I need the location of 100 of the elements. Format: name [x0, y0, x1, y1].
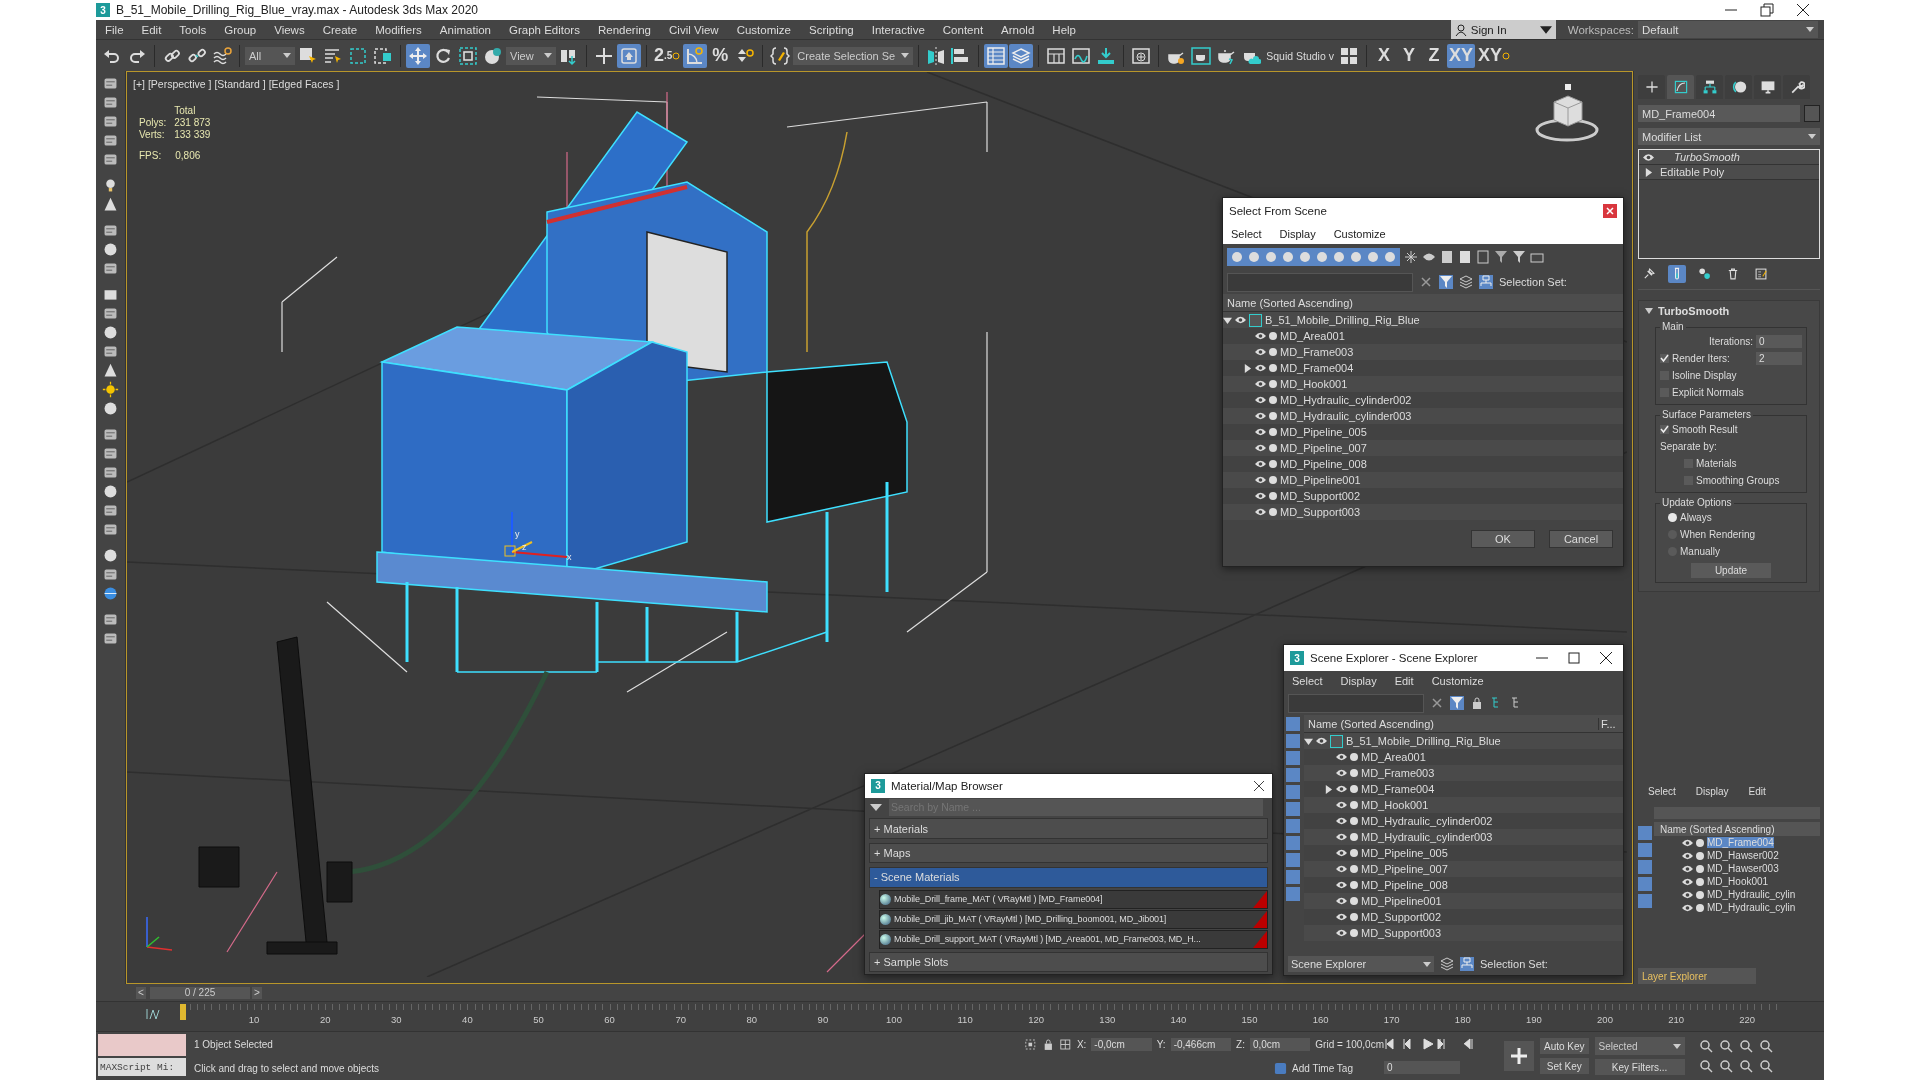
sphere-icon[interactable]: [102, 483, 119, 500]
menu-item[interactable]: Interactive: [862, 23, 934, 36]
container-icon[interactable]: [1530, 250, 1544, 264]
close-icon[interactable]: [1796, 3, 1810, 17]
material-item[interactable]: Mobile_Drill_jib_MAT ( VRayMtl ) [MD_Drilling_boom001, MD_Jib001]: [879, 909, 1268, 929]
coordinate-field[interactable]: -0,0cm: [1091, 1037, 1152, 1051]
sphere-icon[interactable]: [102, 400, 119, 417]
menu-item[interactable]: Views: [265, 23, 314, 36]
render-dot-icon[interactable]: [1350, 929, 1358, 937]
tree-item[interactable]: MD_Hook001: [1361, 799, 1429, 811]
render-dot-icon[interactable]: [1269, 460, 1277, 468]
material-name[interactable]: Mobile_Drill_frame_MAT ( VRayMtl ) [MD_Frame004]: [894, 894, 1103, 905]
eye-icon[interactable]: [1336, 849, 1347, 857]
layers-icon[interactable]: [1009, 43, 1034, 68]
sun-icon[interactable]: [102, 381, 119, 398]
eye-icon[interactable]: [1316, 737, 1327, 745]
close-icon[interactable]: [1252, 778, 1266, 793]
panel-icon[interactable]: [102, 113, 119, 130]
menu-item[interactable]: Customize: [1431, 675, 1484, 687]
material-name[interactable]: Mobile_Drill_support_MAT ( VRayMtl ) [MD_Area001, MD_Frame003, MD_H...: [894, 934, 1201, 945]
render-dot-icon[interactable]: [1350, 881, 1358, 889]
tree-item[interactable]: MD_Pipeline_005: [1361, 847, 1448, 859]
menu-item[interactable]: Edit: [132, 23, 171, 36]
wrench-icon[interactable]: [1783, 75, 1810, 99]
lock-icon[interactable]: [1470, 696, 1484, 710]
menu-item[interactable]: Content: [933, 23, 993, 36]
spinner-field[interactable]: 2: [1756, 351, 1802, 365]
render-dot-icon[interactable]: [1696, 851, 1704, 860]
dialog-button[interactable]: Cancel: [1549, 530, 1613, 548]
set-key-button[interactable]: Set Key: [1540, 1058, 1589, 1074]
previous-frame-button[interactable]: <: [136, 986, 146, 999]
tree-item[interactable]: MD_Hook001: [1280, 378, 1348, 390]
toolbar-dropdown[interactable]: Create Selection Se: [793, 46, 914, 65]
dialog-button[interactable]: OK: [1471, 530, 1535, 548]
eye-icon[interactable]: [1255, 364, 1266, 372]
tree-item[interactable]: MD_Pipeline_007: [1280, 442, 1367, 454]
eye-icon[interactable]: [1255, 492, 1266, 500]
render-dot-icon[interactable]: [1269, 380, 1277, 388]
axis-button[interactable]: Y: [1396, 43, 1421, 68]
checkbox[interactable]: [1660, 353, 1669, 363]
menu-item[interactable]: Create: [313, 23, 367, 36]
menu-item[interactable]: Civil View: [660, 23, 728, 36]
eye-icon[interactable]: [1255, 396, 1266, 404]
menu-item[interactable]: Tools: [170, 23, 216, 36]
layers-icon[interactable]: [1459, 275, 1473, 289]
menu-item[interactable]: Rendering: [588, 23, 660, 36]
eye-icon[interactable]: [1336, 865, 1347, 873]
eye-icon[interactable]: [1682, 877, 1693, 886]
tree-item[interactable]: MD_Frame004: [1280, 362, 1354, 374]
render-dot-icon[interactable]: [1350, 753, 1358, 761]
render-dot-icon[interactable]: [1350, 865, 1358, 873]
key-mode-dropdown[interactable]: Selected: [1594, 1037, 1685, 1055]
tree-item[interactable]: MD_Support002: [1361, 911, 1442, 923]
eye-icon[interactable]: [1336, 769, 1347, 777]
coordinate-field[interactable]: 0,0cm: [1249, 1037, 1311, 1051]
maxscript-field[interactable]: MAXScript Mi:: [98, 1058, 186, 1076]
tree-item[interactable]: MD_Frame003: [1280, 346, 1354, 358]
invert-icon[interactable]: [1476, 250, 1490, 264]
listener-field[interactable]: [98, 1034, 186, 1056]
menu-item[interactable]: Modifiers: [366, 23, 431, 36]
snowflake-icon[interactable]: [1404, 250, 1418, 264]
menu-item[interactable]: Customize: [727, 23, 800, 36]
circle-icon[interactable]: [1230, 250, 1244, 264]
expander-icon[interactable]: [1324, 784, 1333, 794]
clear-icon[interactable]: [1430, 696, 1444, 710]
column-header[interactable]: Name (Sorted Ascending): [1223, 294, 1623, 312]
update-button[interactable]: Update: [1691, 563, 1771, 578]
render-dot-icon[interactable]: [1269, 508, 1277, 516]
tree-item[interactable]: MD_Area001: [1280, 330, 1345, 342]
axis-button[interactable]: X: [1371, 43, 1396, 68]
eye-icon[interactable]: [1336, 897, 1347, 905]
keyboard-shortcut-icon[interactable]: [617, 43, 641, 68]
tree-item[interactable]: MD_Frame004: [1361, 783, 1435, 795]
eye-icon[interactable]: [1255, 460, 1266, 468]
collapse-icon[interactable]: [1645, 308, 1653, 314]
filter-icon[interactable]: [1494, 250, 1508, 264]
menu-item[interactable]: Edit: [1394, 675, 1414, 687]
workspace-dropdown[interactable]: Default: [1638, 21, 1818, 38]
eye-icon[interactable]: [1336, 817, 1347, 825]
menu-item[interactable]: Scripting: [800, 23, 863, 36]
eye-icon[interactable]: [1682, 903, 1693, 912]
render-dot-icon[interactable]: [1350, 785, 1358, 793]
render-dot-icon[interactable]: [1696, 864, 1704, 873]
time-slider-thumb[interactable]: 0 / 225: [150, 986, 250, 999]
menu-item[interactable]: Arnold: [992, 23, 1044, 36]
tree-item[interactable]: MD_Pipeline_008: [1280, 458, 1367, 470]
menu-item[interactable]: Group: [215, 23, 266, 36]
material-name[interactable]: Mobile_Drill_jib_MAT ( VRayMtl ) [MD_Drilling_boom001, MD_Jib001]: [894, 914, 1167, 925]
menu-item[interactable]: Graph Editors: [500, 23, 589, 36]
circle-icon[interactable]: [1349, 250, 1363, 264]
eye-icon[interactable]: [1255, 444, 1266, 452]
column-header[interactable]: Name (Sorted Ascending): [1308, 717, 1598, 730]
eye-icon[interactable]: [1255, 428, 1266, 436]
tree-item[interactable]: MD_Pipeline001: [1280, 474, 1361, 486]
tree-item[interactable]: MD_Hydraulic_cylin: [1707, 902, 1796, 913]
menu-item[interactable]: File: [96, 23, 133, 36]
circle-icon[interactable]: [1383, 250, 1397, 264]
eye-icon[interactable]: [1336, 881, 1347, 889]
eye-icon[interactable]: [1336, 833, 1347, 841]
tree-item[interactable]: MD_Support003: [1280, 506, 1361, 518]
